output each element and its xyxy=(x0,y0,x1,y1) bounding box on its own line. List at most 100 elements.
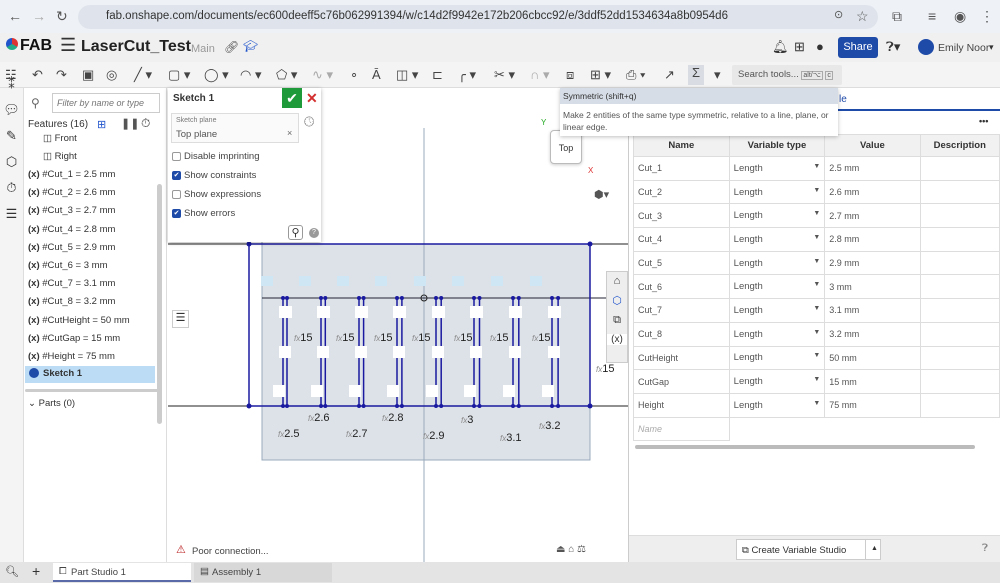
sketch-point[interactable] xyxy=(323,404,328,408)
avatar[interactable] xyxy=(918,39,934,55)
sketch-point[interactable] xyxy=(285,296,289,300)
feature-variable-item[interactable]: (x) #CutHeight = 50 mm xyxy=(28,315,130,326)
add-tab-icon[interactable]: + xyxy=(32,563,40,579)
dimension-label[interactable]: fx3.1 xyxy=(500,432,522,444)
bookmark-star-icon[interactable]: ☆ xyxy=(856,8,869,25)
point-tool-icon[interactable]: ∘ xyxy=(350,67,358,83)
coincident-constraint-badge[interactable] xyxy=(273,385,285,397)
horizontal-constraint-badge[interactable] xyxy=(470,306,483,318)
feature-variable-item[interactable]: (x) #Cut_1 = 2.5 mm xyxy=(28,169,115,180)
sketch-point[interactable] xyxy=(477,404,482,408)
gap-dimension-label[interactable]: fx15 xyxy=(454,332,472,344)
feature-variable-item[interactable]: (x) #Height = 75 mm xyxy=(28,351,115,362)
search-tools-input[interactable]: Search tools... alt/⌥ c xyxy=(732,65,842,85)
sketch-point[interactable] xyxy=(395,296,399,300)
coincident-constraint-badge[interactable] xyxy=(311,385,323,397)
clear-plane-icon[interactable]: × xyxy=(287,128,292,138)
dimension-label[interactable]: fx2.9 xyxy=(423,430,445,442)
coincident-constraint-badge[interactable] xyxy=(349,385,361,397)
create-variable-studio-button[interactable]: ⧉ Create Variable Studio ▲ xyxy=(736,539,881,560)
description-cell[interactable] xyxy=(919,179,1000,205)
variable-name-cell[interactable]: Cut_1 xyxy=(633,156,730,181)
description-cell[interactable] xyxy=(919,156,1000,181)
parts-icon[interactable]: ⬡ xyxy=(0,154,23,170)
table-horizontal-scrollbar[interactable] xyxy=(635,445,975,449)
description-cell[interactable] xyxy=(919,298,1000,323)
variable-type-select[interactable]: Length ▼ xyxy=(728,369,826,394)
sketch-point[interactable] xyxy=(516,404,521,408)
constraint-badge[interactable] xyxy=(355,346,367,358)
column-header[interactable]: Value xyxy=(824,134,921,157)
intersect-icon[interactable]: ◎ xyxy=(106,67,117,83)
description-cell[interactable] xyxy=(919,392,1000,418)
description-cell[interactable] xyxy=(919,274,1000,300)
variable-value-cell[interactable]: 3.1 mm xyxy=(824,298,921,323)
mirror-icon[interactable]: ⧈ xyxy=(566,67,574,83)
variable-value-cell[interactable]: 2.5 mm xyxy=(824,156,921,181)
constraint-badge[interactable] xyxy=(432,346,444,358)
slot-icon[interactable]: ↗ xyxy=(664,67,675,83)
constraint-dropdown-icon[interactable]: ▾ xyxy=(714,67,721,83)
sketch-point[interactable] xyxy=(550,296,554,300)
corner-point[interactable] xyxy=(246,403,252,409)
sketch-point[interactable] xyxy=(281,296,285,300)
column-header[interactable]: Description xyxy=(919,134,1000,157)
sketch-point[interactable] xyxy=(319,404,323,408)
parts-section[interactable]: ⌄ Parts (0) xyxy=(28,398,75,409)
sketch-point[interactable] xyxy=(511,404,515,408)
share-button[interactable]: Share xyxy=(838,37,878,58)
checkbox-icon[interactable] xyxy=(172,190,181,199)
address-bar[interactable]: fab.onshape.com/documents/ec600deeff5c76… xyxy=(78,5,878,29)
variable-type-select[interactable]: Length ▼ xyxy=(728,321,826,347)
sketch-point[interactable] xyxy=(434,404,438,408)
gap-dimension-label[interactable]: fx15 xyxy=(374,332,392,344)
feature-sketch-1[interactable]: Sketch 1 xyxy=(25,366,155,383)
learning-icon[interactable]: ● xyxy=(816,39,824,54)
coincident-constraint-badge[interactable] xyxy=(503,385,515,397)
site-settings-icon[interactable]: ⊙ xyxy=(834,8,843,21)
horizontal-constraint-badge[interactable] xyxy=(414,276,426,286)
menu-icon[interactable]: ⋮ xyxy=(980,8,994,25)
comments-icon[interactable]: 💬︎ xyxy=(0,102,23,118)
option-checkbox[interactable]: ✔ Show constraints xyxy=(172,170,256,181)
dimension-label[interactable]: fx3.2 xyxy=(539,420,561,432)
feature-variable-item[interactable]: (x) #Cut_6 = 3 mm xyxy=(28,260,107,271)
back-icon[interactable]: ← xyxy=(8,8,22,24)
list-icon[interactable]: ☰ xyxy=(0,206,23,222)
dimension-label[interactable]: fx2.5 xyxy=(278,428,300,440)
feature-variable-item[interactable]: (x) #Cut_2 = 2.6 mm xyxy=(28,187,115,198)
text-tool-icon[interactable]: Ā xyxy=(372,67,381,82)
variable-type-select[interactable]: Length ▼ xyxy=(728,250,826,276)
sketch-point[interactable] xyxy=(439,404,444,408)
coincident-constraint-badge[interactable] xyxy=(426,385,438,397)
forward-icon[interactable]: → xyxy=(32,8,46,24)
new-variable-name-input[interactable]: Name xyxy=(633,416,730,442)
variable-value-cell[interactable]: 3 mm xyxy=(824,274,921,300)
variable-type-select[interactable]: Length ▼ xyxy=(728,227,826,252)
checkbox-icon[interactable]: ✔ xyxy=(172,209,181,218)
logo-text[interactable]: FAB xyxy=(20,37,52,55)
edit-icon[interactable]: ✎ xyxy=(0,128,23,144)
gap-dimension-label[interactable]: fx15 xyxy=(336,332,354,344)
horizontal-constraint-badge[interactable] xyxy=(509,306,522,318)
media-icon[interactable]: ≡ xyxy=(928,8,936,24)
feature-filter-input[interactable] xyxy=(52,93,160,113)
view-options-icon[interactable]: ⬢▾ xyxy=(594,188,609,201)
constraint-badge[interactable] xyxy=(470,346,482,358)
description-cell[interactable] xyxy=(919,369,1000,394)
render-mode-icon[interactable]: ⌂ xyxy=(607,275,627,287)
variable-name-cell[interactable]: Cut_6 xyxy=(633,274,730,300)
sketch-tools-icon[interactable]: ⚲ xyxy=(288,225,303,240)
sketch-point[interactable] xyxy=(361,404,366,408)
gap-dimension-label[interactable]: fx15 xyxy=(294,332,312,344)
horizontal-constraint-badge[interactable] xyxy=(317,306,330,318)
sketch-point[interactable] xyxy=(511,296,515,300)
sketch-point[interactable] xyxy=(516,296,521,300)
constraint-badge[interactable] xyxy=(393,346,405,358)
link-icon[interactable]: 🔗︎ xyxy=(224,40,239,54)
horizontal-constraint-badge[interactable] xyxy=(548,306,561,318)
feature-variable-item[interactable]: (x) #Cut_8 = 3.2 mm xyxy=(28,296,115,307)
timer-icon[interactable]: ⏱︎ xyxy=(0,180,23,196)
hamburger-menu-icon[interactable]: ☰ xyxy=(60,35,76,56)
offset-icon[interactable]: ∩ ▾ xyxy=(530,67,549,83)
